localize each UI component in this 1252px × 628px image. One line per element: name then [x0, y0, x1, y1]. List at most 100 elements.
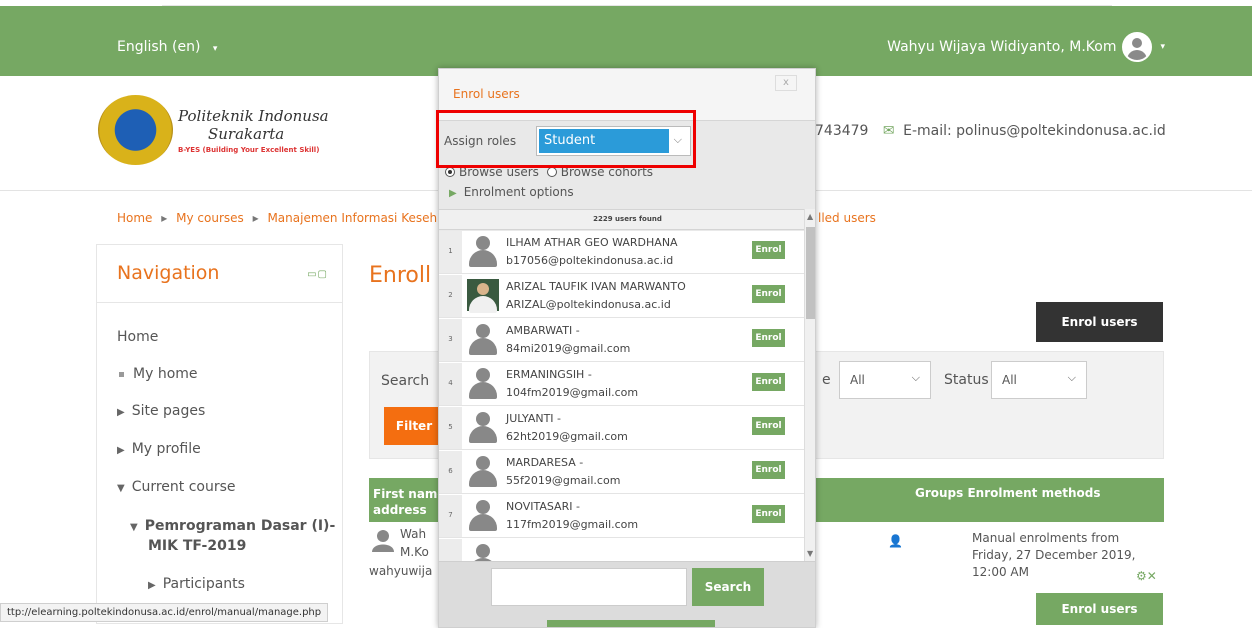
row-number: 1: [439, 231, 462, 273]
radio-selected-icon: [445, 167, 455, 177]
nav-site-pages[interactable]: ▶ Site pages: [117, 403, 205, 419]
user-search-input[interactable]: [491, 568, 687, 606]
nav-my-profile[interactable]: ▶ My profile: [117, 441, 201, 457]
breadcrumb-course[interactable]: Manajemen Informasi Keseh: [267, 211, 437, 225]
enrol-users-button[interactable]: Enrol users: [1036, 302, 1163, 342]
highlight-annotation: [436, 110, 696, 168]
email-text: E-mail: polinus@poltekindonusa.ac.id: [903, 123, 1166, 139]
breadcrumb-enrolled-users: lled users: [818, 211, 876, 225]
user-name: JULYANTI -: [506, 412, 562, 425]
user-email: 62ht2019@gmail.com: [506, 430, 628, 443]
enrol-button[interactable]: Enrol: [752, 329, 785, 347]
nav-my-home[interactable]: My home: [119, 366, 198, 382]
breadcrumb: Home ▸ My courses ▸ Manajemen Informasi …: [117, 211, 437, 225]
enrol-button[interactable]: Enrol: [752, 285, 785, 303]
user-avatar-icon: [467, 455, 499, 487]
dock-block-icon[interactable]: ▭▢: [307, 269, 328, 280]
col-first-name-label: First name: [373, 487, 446, 501]
logo-seal-icon: [98, 95, 173, 165]
user-email: 117fm2019@gmail.com: [506, 518, 639, 531]
nav-participants-label: Participants: [162, 576, 245, 592]
user-avatar-icon: [467, 323, 499, 355]
role-filter-select[interactable]: All ⌵: [839, 361, 931, 399]
top-navbar: English (en) ▾ Wahyu Wijaya Widiyanto, M…: [0, 6, 1252, 76]
user-name: AMBARWATI -: [506, 324, 580, 337]
breadcrumb-home[interactable]: Home: [117, 211, 152, 225]
user-email: 104fm2019@gmail.com: [506, 386, 639, 399]
participant-name-1: Wah: [400, 527, 427, 541]
breadcrumb-separator-icon: ▸: [252, 211, 259, 225]
user-name: NOVITASARI -: [506, 500, 580, 513]
enrolment-method: Manual enrolments from Friday, 27 Decemb…: [972, 531, 1136, 579]
nav-current-course[interactable]: ▼ Current course: [117, 479, 236, 495]
search-button[interactable]: Search: [692, 568, 764, 606]
participant-name-2: M.Ko: [400, 545, 429, 559]
phone-text: 743479: [815, 123, 869, 139]
navigation-title: Navigation: [117, 262, 220, 284]
language-menu[interactable]: English (en) ▾: [117, 39, 217, 55]
user-email: 55f2019@gmail.com: [506, 474, 621, 487]
status-label: Status: [944, 372, 989, 388]
user-avatar-icon: [467, 411, 499, 443]
users-found-count: 2229 users found: [439, 209, 815, 230]
enrolment-options-toggle[interactable]: ▶ Enrolment options: [449, 185, 574, 199]
triangle-right-icon: ▶: [449, 188, 457, 199]
enrol-button[interactable]: Enrol: [752, 373, 785, 391]
user-photo: [467, 279, 499, 313]
site-logo[interactable]: Politeknik Indonusa Surakarta B-YES (Bui…: [98, 95, 333, 165]
enrolment-options-label: Enrolment options: [463, 185, 574, 199]
search-label: Search: [381, 373, 430, 389]
navigation-block: Navigation ▭▢ Home My home ▶ Site pages ▶…: [96, 244, 343, 624]
list-item: 3 AMBARWATI - 84mi2019@gmail.com Enrol: [439, 319, 804, 362]
list-item: 1 ILHAM ATHAR GEO WARDHANA b17056@poltek…: [439, 231, 804, 274]
bullet-icon: [119, 371, 124, 377]
enrol-button[interactable]: Enrol: [752, 461, 785, 479]
remove-icon[interactable]: ✕: [1147, 569, 1157, 583]
user-menu[interactable]: Wahyu Wijaya Widiyanto, M.Kom ▾: [887, 32, 1165, 62]
list-item: 6 MARDARESA - 55f2019@gmail.com Enrol: [439, 451, 804, 494]
nav-course-name-2: MIK TF-2019: [148, 538, 247, 554]
user-avatar-icon: [467, 235, 499, 267]
enrolment-actions: ⚙✕: [1136, 569, 1157, 583]
participant-avatar: [371, 528, 395, 552]
logo-tagline: B-YES (Building Your Excellent Skill): [178, 146, 320, 154]
scroll-up-icon[interactable]: ▲: [807, 212, 813, 221]
caret-down-icon: ▾: [1160, 42, 1165, 52]
triangle-right-icon: ▶: [117, 445, 125, 456]
nav-home[interactable]: Home: [117, 329, 158, 345]
chevron-down-icon: ⌵: [911, 371, 920, 384]
gear-icon[interactable]: ⚙: [1136, 569, 1147, 583]
enrol-button[interactable]: Enrol: [752, 417, 785, 435]
finish-enrolling-button[interactable]: [547, 620, 715, 627]
user-list-scrollbar[interactable]: ▲ ▼: [804, 209, 815, 561]
row-number: 4: [439, 363, 462, 405]
nav-participants[interactable]: ▶ Participants: [148, 576, 245, 592]
status-filter-select[interactable]: All ⌵: [991, 361, 1087, 399]
nav-course[interactable]: ▼ Pemrograman Dasar (I)-: [130, 518, 335, 534]
chevron-down-icon: ⌵: [1067, 371, 1076, 384]
row-number: 6: [439, 451, 462, 493]
scrollbar-thumb[interactable]: [806, 227, 815, 319]
user-name: ERMANINGSIH -: [506, 368, 592, 381]
add-group-icon[interactable]: 👤: [888, 534, 903, 548]
row-number: 5: [439, 407, 462, 449]
enrol-button[interactable]: Enrol: [752, 241, 785, 259]
scroll-down-icon[interactable]: ▼: [807, 549, 813, 558]
user-email: 84mi2019@gmail.com: [506, 342, 631, 355]
row-number: 3: [439, 319, 462, 361]
row-number: 7: [439, 495, 462, 537]
col-first-name[interactable]: First name address: [373, 486, 446, 518]
breadcrumb-my-courses[interactable]: My courses: [176, 211, 244, 225]
user-list: 1 ILHAM ATHAR GEO WARDHANA b17056@poltek…: [439, 231, 804, 561]
user-avatar-icon: [467, 543, 499, 561]
enrol-button[interactable]: Enrol: [752, 505, 785, 523]
enrol-users-button-bottom[interactable]: Enrol users: [1036, 593, 1163, 625]
list-item: 7 NOVITASARI - 117fm2019@gmail.com Enrol: [439, 495, 804, 538]
triangle-down-icon: ▼: [117, 483, 125, 494]
list-item: 2 ARIZAL TAUFIK IVAN MARWANTO ARIZAL@pol…: [439, 275, 804, 318]
close-icon[interactable]: x: [775, 75, 797, 91]
dialog-footer: Search: [439, 561, 815, 627]
user-name: MARDARESA -: [506, 456, 584, 469]
logo-line1: Politeknik Indonusa: [178, 107, 329, 125]
filter-button[interactable]: Filter: [384, 407, 444, 445]
